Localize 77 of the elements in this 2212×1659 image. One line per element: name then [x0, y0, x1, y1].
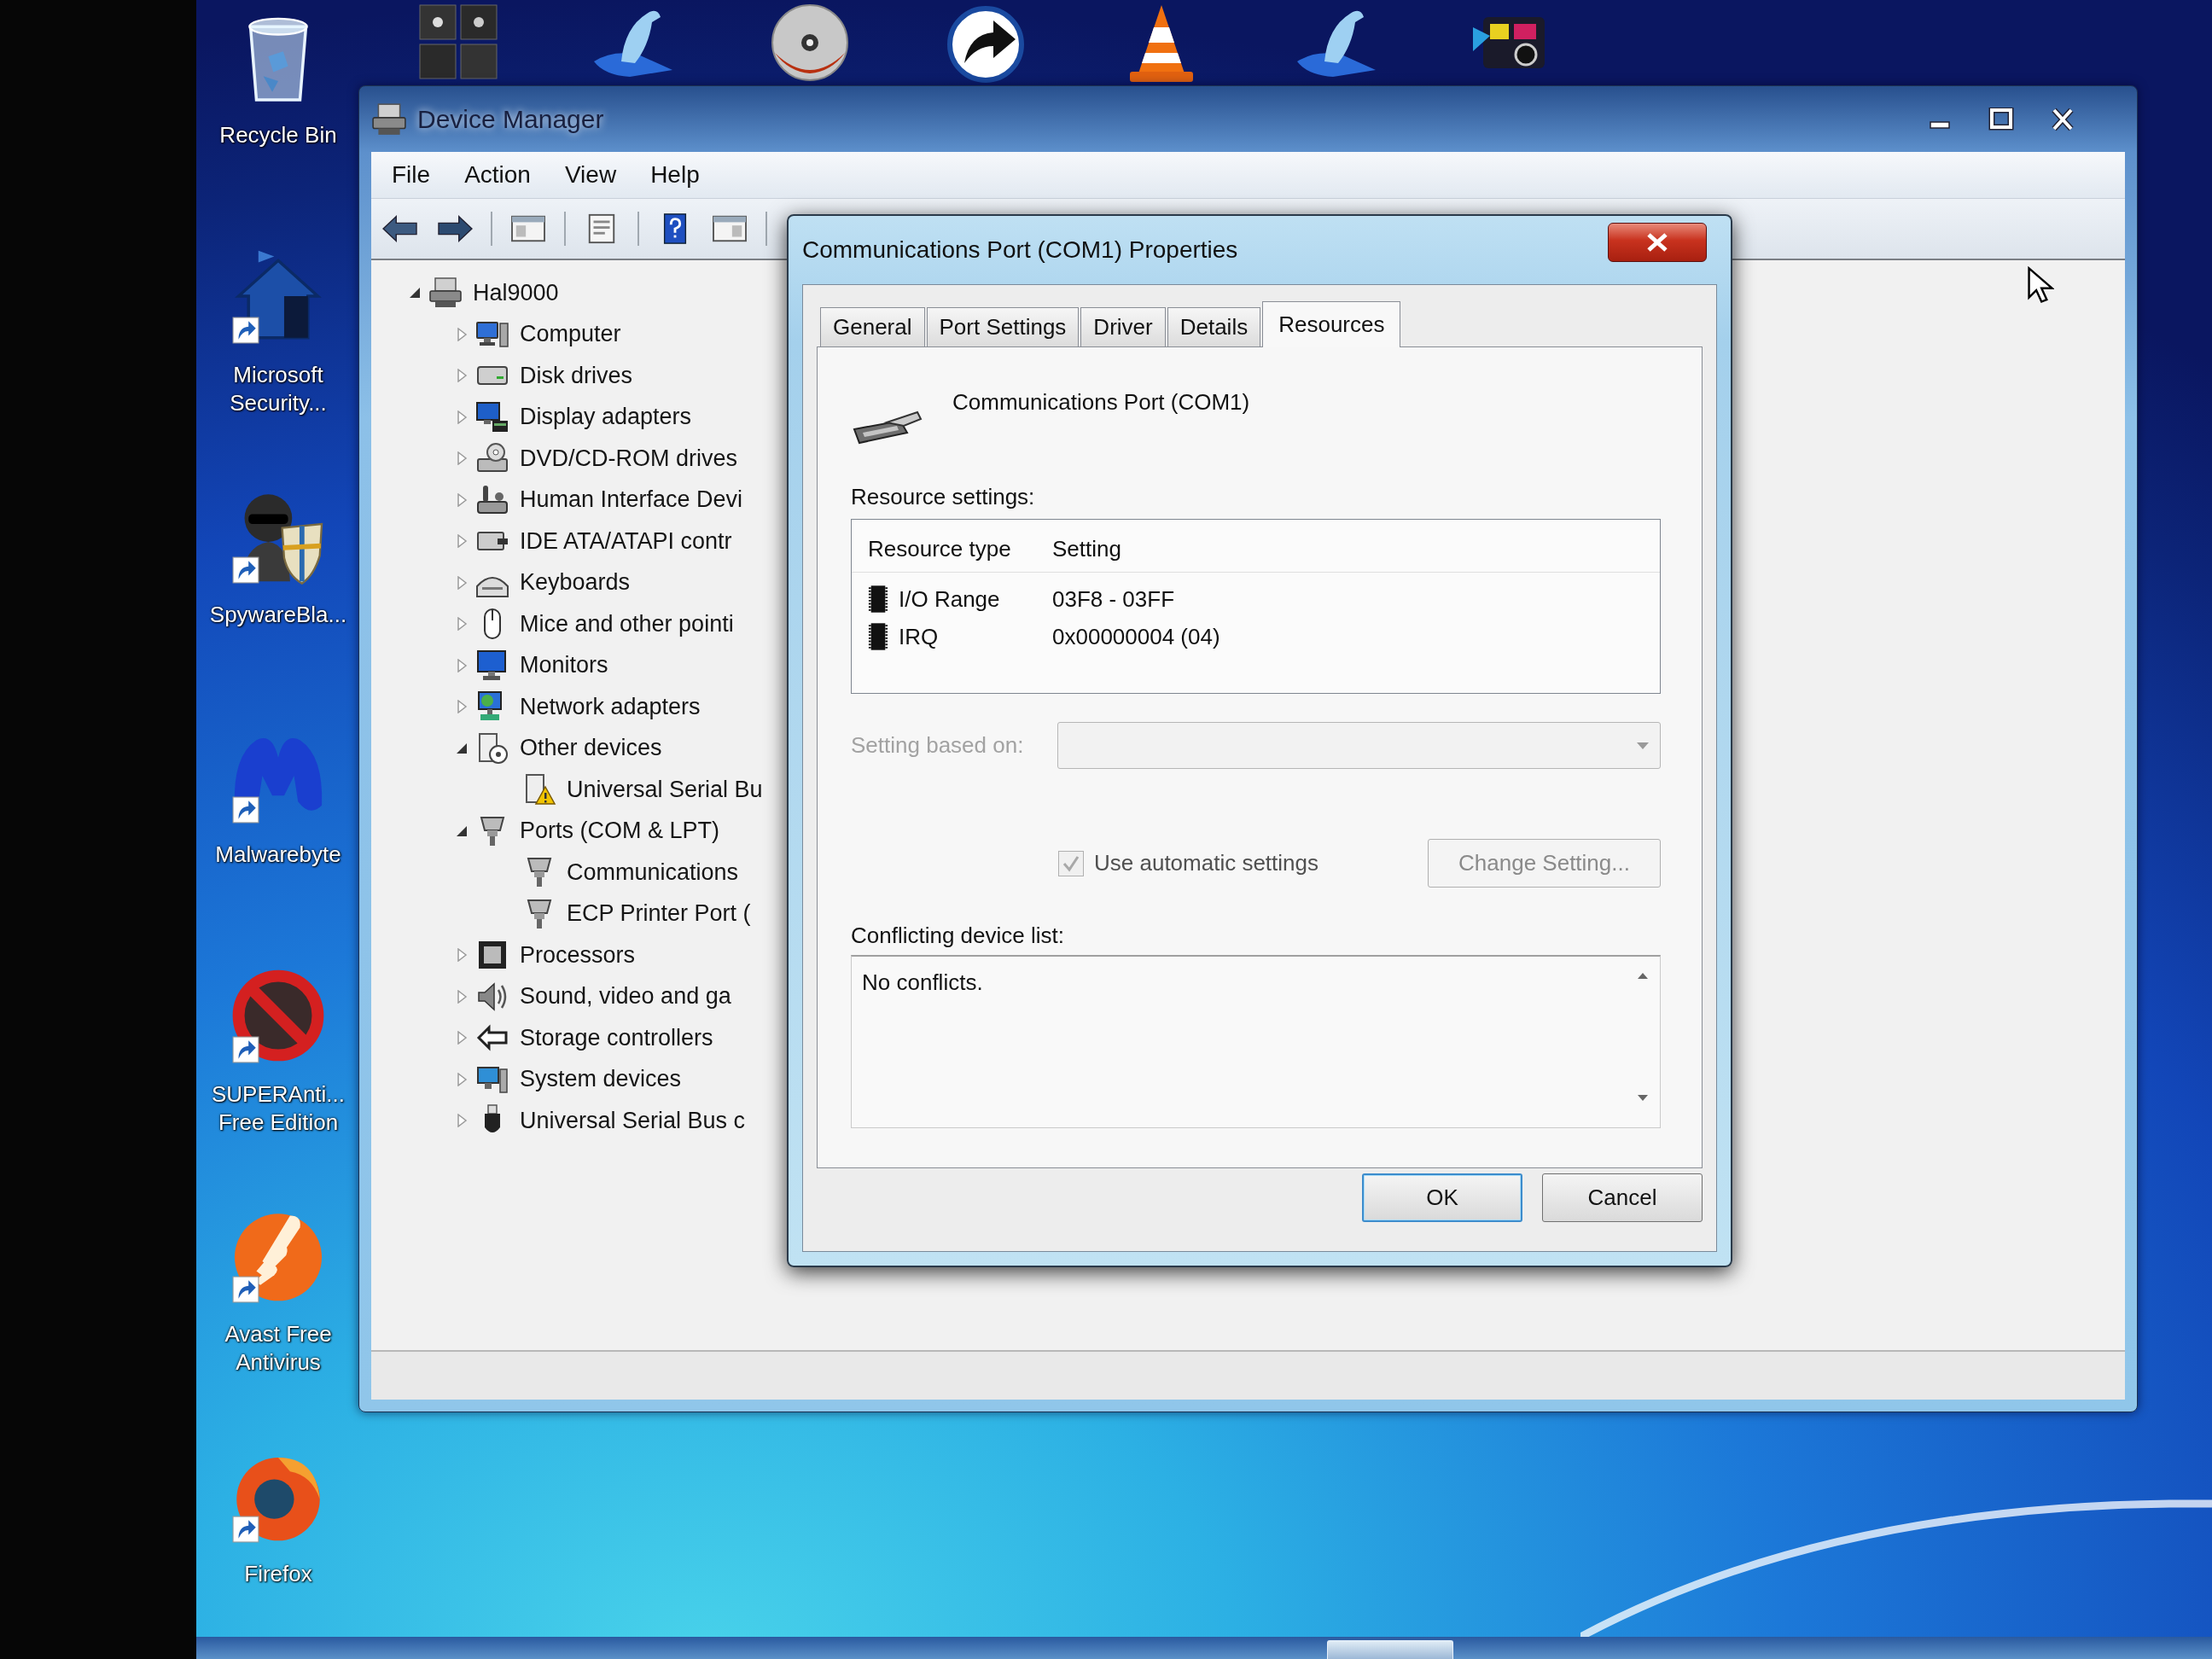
table-cell: 0x00000004 (04): [1052, 623, 1220, 650]
close-icon: [1646, 233, 1668, 252]
chip-icon: [868, 585, 888, 614]
tree-item[interactable]: DVD/CD-ROM drives: [520, 445, 737, 472]
expand-arrow-icon[interactable]: [455, 451, 469, 466]
tab[interactable]: Port Settings: [926, 307, 1080, 346]
expand-arrow-icon[interactable]: [455, 1114, 469, 1128]
mouse-pointer-icon: [2027, 266, 2054, 304]
tree-item[interactable]: Network adapters: [520, 693, 701, 720]
tree-item[interactable]: Monitors: [520, 652, 608, 679]
expand-arrow-icon[interactable]: [455, 1072, 469, 1086]
tree-item[interactable]: Disk drives: [520, 362, 633, 389]
column-header[interactable]: Resource type: [868, 536, 1011, 562]
tree-item[interactable]: Display adapters: [520, 404, 692, 431]
window-title: Device Manager: [417, 104, 604, 134]
monitor-card-icon: [475, 399, 509, 434]
tree-item[interactable]: Communications: [567, 859, 739, 886]
column-header[interactable]: Setting: [1052, 536, 1121, 562]
expand-arrow-icon[interactable]: [455, 575, 469, 590]
tab[interactable]: General: [820, 307, 925, 346]
expand-arrow-icon[interactable]: [455, 327, 469, 341]
desktop-icon-label[interactable]: Recycle Bin: [219, 121, 337, 149]
tree-item[interactable]: Keyboards: [520, 569, 631, 597]
tab[interactable]: Driver: [1080, 307, 1166, 346]
expand-arrow-icon[interactable]: [455, 369, 469, 383]
tree-item[interactable]: ECP Printer Port (: [567, 900, 751, 928]
expand-arrow-icon[interactable]: [455, 1031, 469, 1045]
expand-arrow-icon[interactable]: [455, 948, 469, 963]
tree-item[interactable]: Human Interface Devi: [520, 486, 743, 514]
scroll-down-arrow-icon[interactable]: [1637, 1094, 1649, 1102]
tree-item[interactable]: Universal Serial Bus c: [520, 1107, 746, 1134]
printer-icon: [371, 101, 407, 137]
dropdown-arrow-icon: [1636, 741, 1650, 750]
collapse-arrow-icon[interactable]: [408, 286, 422, 300]
table-cell: IRQ: [899, 623, 939, 650]
expand-arrow-icon[interactable]: [455, 617, 469, 632]
dialog-button[interactable]: Cancel: [1542, 1173, 1703, 1222]
expand-arrow-icon[interactable]: [455, 658, 469, 672]
menu-item[interactable]: Action: [447, 158, 548, 192]
expand-arrow-icon[interactable]: [455, 534, 469, 549]
scroll-up-arrow-icon[interactable]: [1637, 972, 1649, 980]
tab[interactable]: Resources: [1262, 301, 1401, 347]
maximize-icon[interactable]: [1987, 107, 2016, 131]
desktop-icon-label[interactable]: Microsoft Security...: [201, 361, 355, 416]
tree-item[interactable]: Sound, video and ga: [520, 983, 731, 1010]
tree-item[interactable]: Universal Serial Bu: [567, 776, 763, 803]
tab[interactable]: Details: [1167, 307, 1261, 346]
list-text: No conflicts.: [862, 969, 983, 996]
table-cell: 03F8 - 03FF: [1052, 585, 1175, 613]
field-label: Setting based on:: [851, 732, 1025, 759]
tree-item[interactable]: Computer: [520, 321, 621, 348]
tree-item[interactable]: Processors: [520, 941, 636, 969]
tree-item[interactable]: IDE ATA/ATAPI contr: [520, 527, 732, 555]
desktop-icon-label[interactable]: SUPERAnti... Free Edition: [201, 1080, 355, 1136]
expand-arrow-icon[interactable]: [455, 492, 469, 507]
close-button[interactable]: [1608, 223, 1707, 262]
desktop-icon-label[interactable]: Malwarebyte: [215, 841, 341, 869]
device-name: Communications Port (COM1): [952, 388, 1250, 416]
expand-arrow-icon[interactable]: [455, 410, 469, 424]
expand-arrow-icon[interactable]: [455, 700, 469, 714]
expand-arrow-icon[interactable]: [455, 989, 469, 1004]
chip-icon: [868, 622, 888, 651]
dialog-title: Communications Port (COM1) Properties: [802, 236, 1238, 264]
desktop-icon-label[interactable]: SpywareBla...: [209, 601, 347, 629]
tree-item[interactable]: Other devices: [520, 735, 662, 762]
section-label: Conflicting device list:: [851, 922, 1064, 949]
menu-item[interactable]: View: [547, 158, 634, 192]
tree-item[interactable]: Hal9000: [473, 279, 559, 306]
tree-item[interactable]: Mice and other pointi: [520, 610, 734, 637]
section-label: Resource settings:: [851, 483, 1035, 510]
tree-item[interactable]: Ports (COM & LPT): [520, 818, 720, 845]
menu-item[interactable]: Help: [633, 158, 717, 192]
table-cell: I/O Range: [899, 585, 1000, 613]
tree-item[interactable]: Storage controllers: [520, 1024, 713, 1051]
dialog-button[interactable]: OK: [1362, 1173, 1522, 1222]
menu-item[interactable]: File: [375, 158, 448, 192]
tree-item[interactable]: System devices: [520, 1066, 682, 1093]
